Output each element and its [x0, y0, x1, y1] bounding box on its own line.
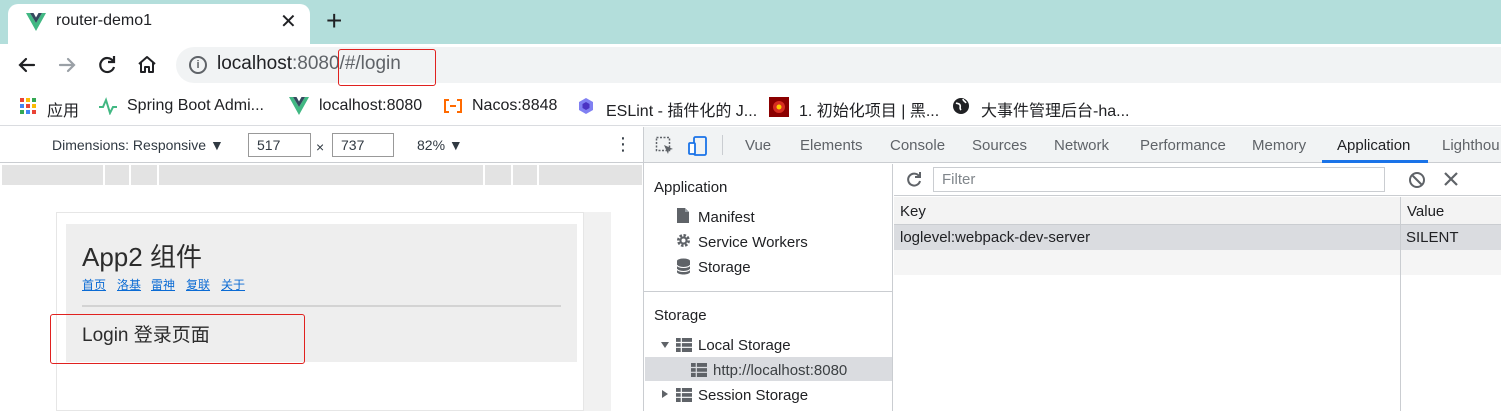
zoom-select[interactable]: 82% ▼ — [417, 137, 463, 153]
divider — [82, 305, 561, 307]
ruler-divider — [103, 165, 105, 185]
media-query-ruler[interactable] — [2, 165, 642, 185]
home-icon[interactable] — [134, 52, 160, 78]
site-info-icon[interactable]: i — [189, 56, 207, 74]
device-toolbar-toggle-icon[interactable] — [688, 135, 710, 157]
sidebar-item-manifest[interactable]: Manifest — [698, 209, 755, 226]
eslint-icon — [577, 97, 595, 115]
tab-lighthouse[interactable]: Lighthou — [1442, 137, 1500, 154]
globe-icon — [952, 97, 970, 115]
clear-all-icon[interactable] — [1408, 171, 1426, 189]
ruler-divider — [483, 165, 485, 185]
sidebar-item-storage[interactable]: Storage — [698, 259, 751, 276]
vue-logo-icon — [26, 13, 46, 31]
ruler-divider — [511, 165, 513, 185]
sidebar-item-local-storage-origin[interactable]: http://localhost:8080 — [713, 362, 847, 379]
vue-logo-icon — [289, 97, 309, 115]
refresh-icon[interactable] — [905, 170, 923, 188]
column-header-key[interactable]: Key — [894, 197, 1400, 225]
forward-arrow-icon[interactable] — [54, 52, 80, 78]
nav-link-loki[interactable]: 洛基 — [117, 276, 141, 293]
bookmark-spring-boot-admin[interactable]: Spring Boot Admi... — [127, 97, 264, 115]
bookmark-localhost[interactable]: localhost:8080 — [319, 97, 422, 115]
url-highlight-box — [338, 49, 436, 86]
column-header-value[interactable]: Value — [1401, 197, 1501, 225]
bookmark-big-event[interactable]: 大事件管理后台-ha... — [981, 97, 1129, 121]
tab-separator — [722, 135, 723, 155]
inspect-element-icon[interactable] — [655, 136, 675, 156]
table-grid-icon — [691, 363, 707, 377]
height-input[interactable]: 737 — [332, 133, 394, 157]
ruler-divider — [537, 165, 539, 185]
spring-boot-admin-icon — [98, 97, 117, 115]
tab-memory[interactable]: Memory — [1252, 137, 1306, 154]
bookmark-apps[interactable]: 应用 — [47, 97, 79, 121]
sidebar-section-application: Application — [654, 179, 728, 196]
width-input[interactable]: 517 — [248, 133, 311, 157]
table-grid-icon — [676, 388, 692, 402]
gear-icon — [675, 232, 692, 249]
login-highlight-box — [50, 314, 305, 364]
bookmark-eslint[interactable]: ESLint - 插件化的 J... — [606, 97, 757, 121]
ruler-divider — [129, 165, 131, 185]
apps-grid-icon — [19, 97, 37, 115]
tab-close-icon[interactable]: ✕ — [280, 9, 297, 34]
tab-network[interactable]: Network — [1054, 137, 1109, 154]
new-tab-button[interactable]: + — [326, 5, 342, 37]
delete-selected-icon[interactable] — [1443, 171, 1459, 187]
collapsed-triangle-icon[interactable] — [660, 389, 670, 399]
sidebar-section-storage: Storage — [654, 307, 707, 324]
red-site-icon — [769, 97, 789, 117]
back-arrow-icon[interactable] — [14, 52, 40, 78]
bookmark-init-project[interactable]: 1. 初始化项目 | 黑... — [799, 97, 939, 121]
tab-application[interactable]: Application — [1337, 137, 1410, 154]
dimensions-select[interactable]: Dimensions: Responsive ▼ — [52, 137, 224, 153]
active-tab-indicator — [1322, 160, 1428, 163]
browser-tab[interactable] — [8, 4, 310, 44]
column-divider[interactable] — [1400, 197, 1401, 411]
page-scrollbar[interactable] — [584, 212, 611, 411]
tab-performance[interactable]: Performance — [1140, 137, 1226, 154]
ruler-divider — [157, 165, 159, 185]
times-sign: × — [316, 139, 325, 155]
nav-link-avengers[interactable]: 复联 — [186, 276, 210, 293]
nav-link-about[interactable]: 关于 — [221, 276, 245, 293]
sidebar-item-local-storage[interactable]: Local Storage — [698, 337, 791, 354]
database-icon — [676, 258, 691, 275]
cell-key[interactable]: loglevel:webpack-dev-server — [900, 229, 1090, 246]
nav-link-home[interactable]: 首页 — [82, 276, 106, 293]
tab-vue[interactable]: Vue — [745, 137, 771, 154]
cell-value[interactable]: SILENT — [1406, 229, 1459, 246]
document-icon — [676, 207, 690, 224]
bookmark-nacos[interactable]: Nacos:8848 — [472, 97, 557, 115]
tab-title: router-demo1 — [56, 12, 153, 29]
tab-console[interactable]: Console — [890, 137, 945, 154]
sidebar-divider — [644, 291, 893, 292]
more-options-icon[interactable]: ⋮ — [614, 134, 632, 155]
table-grid-icon — [676, 338, 692, 352]
tab-sources[interactable]: Sources — [972, 137, 1027, 154]
sidebar-item-session-storage[interactable]: Session Storage — [698, 387, 808, 404]
nav-link-thor[interactable]: 雷神 — [151, 276, 175, 293]
app-title: App2 组件 — [82, 242, 202, 272]
nacos-icon — [443, 97, 462, 115]
sidebar-item-service-workers[interactable]: Service Workers — [698, 234, 808, 251]
table-row-empty — [894, 250, 1501, 275]
tab-elements[interactable]: Elements — [800, 137, 863, 154]
filter-input[interactable]: Filter — [933, 167, 1385, 192]
expanded-triangle-icon[interactable] — [660, 340, 670, 350]
reload-icon[interactable] — [94, 52, 120, 78]
